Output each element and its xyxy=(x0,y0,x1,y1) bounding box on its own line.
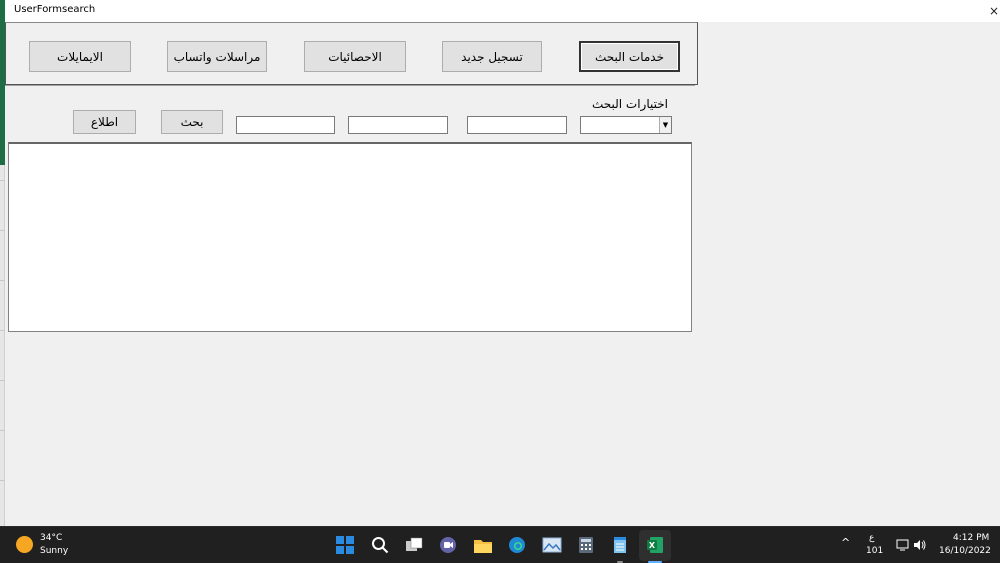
language-sub: 101 xyxy=(866,546,884,556)
view-button[interactable]: اطلاع xyxy=(73,110,136,134)
statistics-button[interactable]: الاحصائيات xyxy=(304,41,406,72)
chevron-up-icon[interactable]: ^ xyxy=(841,536,850,549)
search-icon[interactable] xyxy=(369,534,391,556)
weather-desc: Sunny xyxy=(40,546,69,556)
emails-button[interactable]: الايمايلات xyxy=(29,41,131,72)
chat-icon[interactable] xyxy=(437,534,459,556)
photos-icon[interactable] xyxy=(541,534,563,556)
edge-browser-icon[interactable] xyxy=(506,534,528,556)
sun-icon[interactable] xyxy=(16,536,33,553)
search-services-button[interactable]: خدمات البحث xyxy=(579,41,680,72)
search-button[interactable]: بحث xyxy=(161,110,223,134)
clock-date[interactable]: 16/10/2022 xyxy=(939,546,991,556)
task-view-icon[interactable] xyxy=(403,534,425,556)
file-explorer-icon[interactable] xyxy=(472,534,494,556)
search-field-1[interactable] xyxy=(467,116,567,134)
taskbar: 34°C Sunny X ^ ع 101 4:12 PM 16/10/2022 xyxy=(0,526,1000,563)
whatsapp-messages-button[interactable]: مراسلات واتساب xyxy=(167,41,267,72)
weather-temp: 34°C xyxy=(40,533,63,543)
window-title: UserFormsearch xyxy=(14,4,96,15)
windows-start-icon[interactable] xyxy=(334,534,356,556)
language-indicator[interactable]: ع xyxy=(869,533,874,543)
search-options-combo[interactable]: ▼ xyxy=(580,116,672,134)
volume-icon[interactable] xyxy=(913,537,927,556)
search-field-2[interactable] xyxy=(348,116,448,134)
clock-time[interactable]: 4:12 PM xyxy=(953,533,989,543)
search-field-3[interactable] xyxy=(236,116,335,134)
close-icon[interactable]: × xyxy=(985,2,1000,20)
excel-icon[interactable]: X xyxy=(644,534,666,556)
calculator-icon[interactable] xyxy=(575,534,597,556)
results-listbox[interactable] xyxy=(8,142,692,332)
notepad-icon[interactable] xyxy=(609,534,631,556)
new-registration-button[interactable]: تسجيل جديد xyxy=(442,41,542,72)
search-options-label: اختيارات البحث xyxy=(591,97,668,111)
section-divider xyxy=(5,85,695,86)
title-bar[interactable]: UserFormsearch × xyxy=(5,0,1000,22)
svg-text:X: X xyxy=(649,541,656,550)
network-icon[interactable] xyxy=(896,537,910,556)
chevron-down-icon[interactable]: ▼ xyxy=(659,117,671,133)
